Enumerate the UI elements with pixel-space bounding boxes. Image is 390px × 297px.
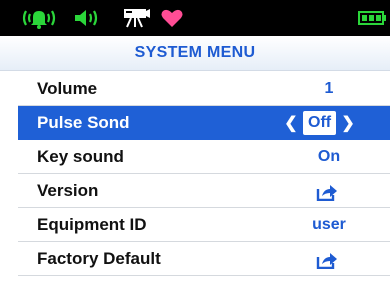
menu-item-version[interactable]: Version <box>18 174 390 208</box>
menu-item-label: Key sound <box>37 146 124 166</box>
menu-item-label: Factory Default <box>37 248 161 268</box>
equipment-id-value: user <box>312 215 346 233</box>
system-menu-list: Volume 1 Pulse Sond ❮ Off ❯ Key sound On… <box>18 72 390 276</box>
pulse-sond-value: Off <box>303 111 337 135</box>
menu-item-key-sound[interactable]: Key sound On <box>18 140 390 174</box>
chevron-left-icon[interactable]: ❮ <box>283 113 299 133</box>
camera-icon <box>122 0 152 36</box>
menu-item-label: Volume <box>37 78 98 98</box>
menu-item-label: Pulse Sond <box>37 112 130 132</box>
value-selector[interactable]: ❮ Off ❯ <box>283 110 356 136</box>
battery-icon <box>358 0 388 36</box>
menu-item-factory-default[interactable]: Factory Default <box>18 242 390 276</box>
alarm-sound-icon <box>20 0 58 36</box>
menu-item-equipment-id[interactable]: Equipment ID user <box>18 208 390 242</box>
speaker-icon <box>72 0 102 36</box>
menu-item-label: Version <box>37 180 99 200</box>
page-title: SYSTEM MENU <box>0 36 390 71</box>
menu-item-volume[interactable]: Volume 1 <box>18 72 390 106</box>
status-bar <box>0 0 390 36</box>
share-arrow-icon[interactable] <box>316 251 338 274</box>
menu-item-label: Equipment ID <box>37 214 147 234</box>
menu-item-pulse-sond[interactable]: Pulse Sond ❮ Off ❯ <box>18 106 390 140</box>
key-sound-value: On <box>317 147 341 165</box>
share-arrow-icon[interactable] <box>316 183 338 206</box>
heart-icon <box>160 0 184 36</box>
volume-value: 1 <box>324 79 334 97</box>
chevron-right-icon[interactable]: ❯ <box>340 113 356 133</box>
